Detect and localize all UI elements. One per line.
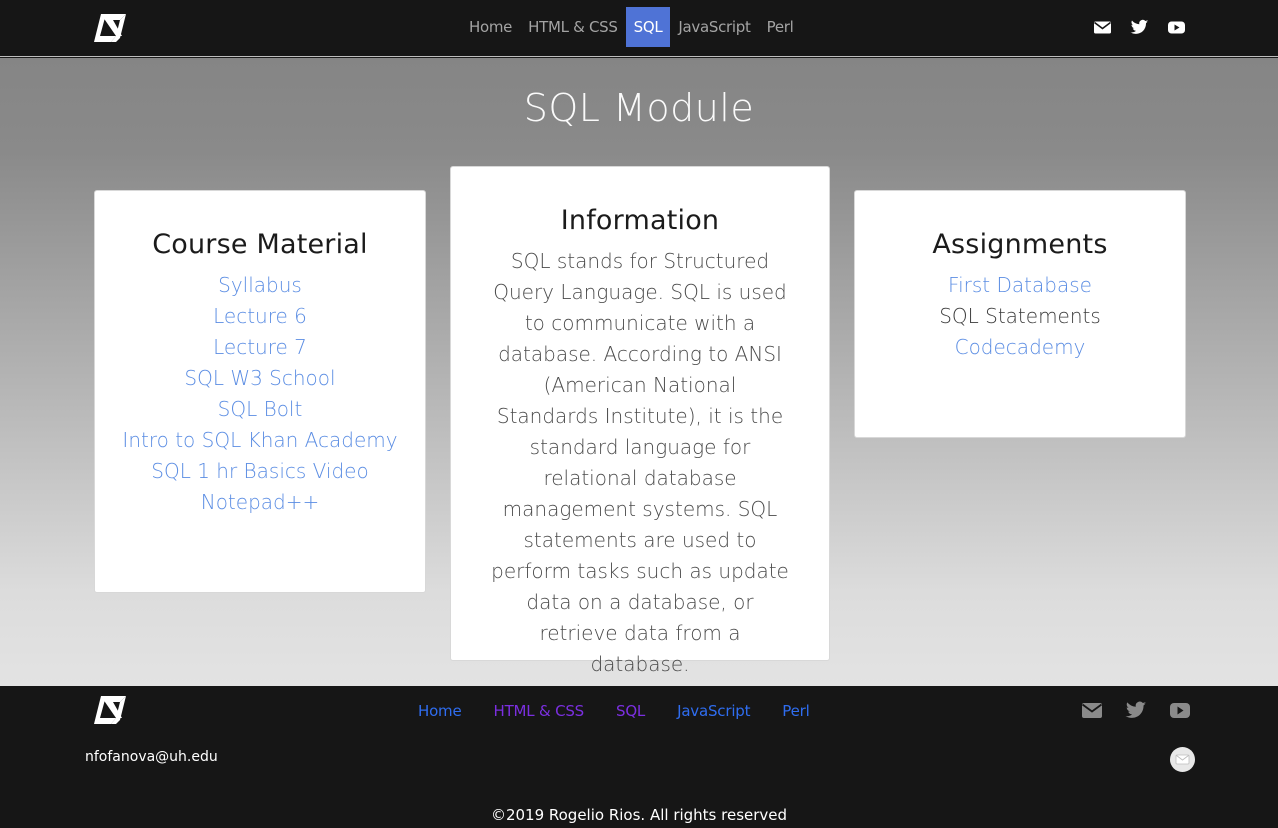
nav-javascript[interactable]: JavaScript [670,7,758,47]
nav-home[interactable]: Home [461,7,520,47]
sql-statements-text: SQL Statements [939,304,1101,328]
list-item: Lecture 6 [95,301,425,332]
assignments-card: Assignments First Database SQL Statement… [854,190,1186,438]
footer-link-html-css[interactable]: HTML & CSS [494,702,585,720]
information-card: Information SQL stands for Structured Qu… [450,166,830,676]
footer-link-perl[interactable]: Perl [782,702,809,720]
assignments-list: First Database SQL Statements Codecademy [855,270,1185,363]
copyright-text: ©2019 Rogelio Rios. All rights reserved [490,806,788,824]
page-title: SQL Module [523,86,755,130]
footer-nav: Home HTML & CSS SQL JavaScript Perl [418,702,842,720]
list-item: Codecademy [855,332,1185,363]
link-notepad-plus-plus[interactable]: Notepad++ [201,490,320,514]
footer-link-home[interactable]: Home [418,702,462,720]
nav-sql[interactable]: SQL [625,7,671,47]
information-text: SQL stands for Structured Query Language… [491,249,789,676]
list-item: Syllabus [95,270,425,301]
link-sql-bolt[interactable]: SQL Bolt [218,397,303,421]
mail-bubble-icon[interactable] [1170,747,1195,772]
list-item: Lecture 7 [95,332,425,363]
course-material-heading: Course Material [152,229,368,260]
information-heading: Information [560,205,720,236]
list-item: SQL Statements [855,301,1185,332]
envelope-icon[interactable] [1093,19,1112,36]
n-logo-icon[interactable] [92,14,128,42]
nav-html-css[interactable]: HTML & CSS [520,7,626,47]
twitter-icon[interactable] [1125,701,1147,720]
link-syllabus[interactable]: Syllabus [218,273,302,297]
assignments-heading: Assignments [932,229,1108,260]
list-item: SQL W3 School [95,363,425,394]
youtube-icon[interactable] [1167,19,1186,36]
link-lecture-6[interactable]: Lecture 6 [213,304,307,328]
link-codecademy[interactable]: Codecademy [955,335,1086,359]
twitter-icon[interactable] [1130,19,1149,36]
n-logo-icon[interactable] [92,696,128,724]
envelope-icon[interactable] [1081,701,1103,720]
main-nav: Home HTML & CSS SQL JavaScript Perl [461,7,801,47]
top-navbar: Home HTML & CSS SQL JavaScript Perl [0,0,1278,57]
footer-link-sql[interactable]: SQL [616,702,645,720]
list-item: Notepad++ [95,487,425,518]
site-footer: Home HTML & CSS SQL JavaScript Perl nfof… [0,686,1278,828]
list-item: Intro to SQL Khan Academy [95,425,425,456]
list-item: SQL Bolt [95,394,425,425]
footer-link-javascript[interactable]: JavaScript [677,702,750,720]
youtube-icon[interactable] [1169,701,1191,720]
link-first-database[interactable]: First Database [948,273,1092,297]
link-intro-khan-academy[interactable]: Intro to SQL Khan Academy [122,428,397,452]
course-material-list: Syllabus Lecture 6 Lecture 7 SQL W3 Scho… [95,270,425,518]
list-item: SQL 1 hr Basics Video [95,456,425,487]
link-sql-basics-video[interactable]: SQL 1 hr Basics Video [151,459,368,483]
contact-email[interactable]: nfofanova@uh.edu [85,749,218,765]
header-social-links [1093,19,1186,36]
nav-perl[interactable]: Perl [759,7,802,47]
footer-social-links [1081,701,1191,720]
course-material-card: Course Material Syllabus Lecture 6 Lectu… [94,190,426,593]
link-lecture-7[interactable]: Lecture 7 [213,335,307,359]
main-content: SQL Module Course Material Syllabus Lect… [0,58,1278,686]
link-sql-w3-school[interactable]: SQL W3 School [184,366,335,390]
list-item: First Database [855,270,1185,301]
